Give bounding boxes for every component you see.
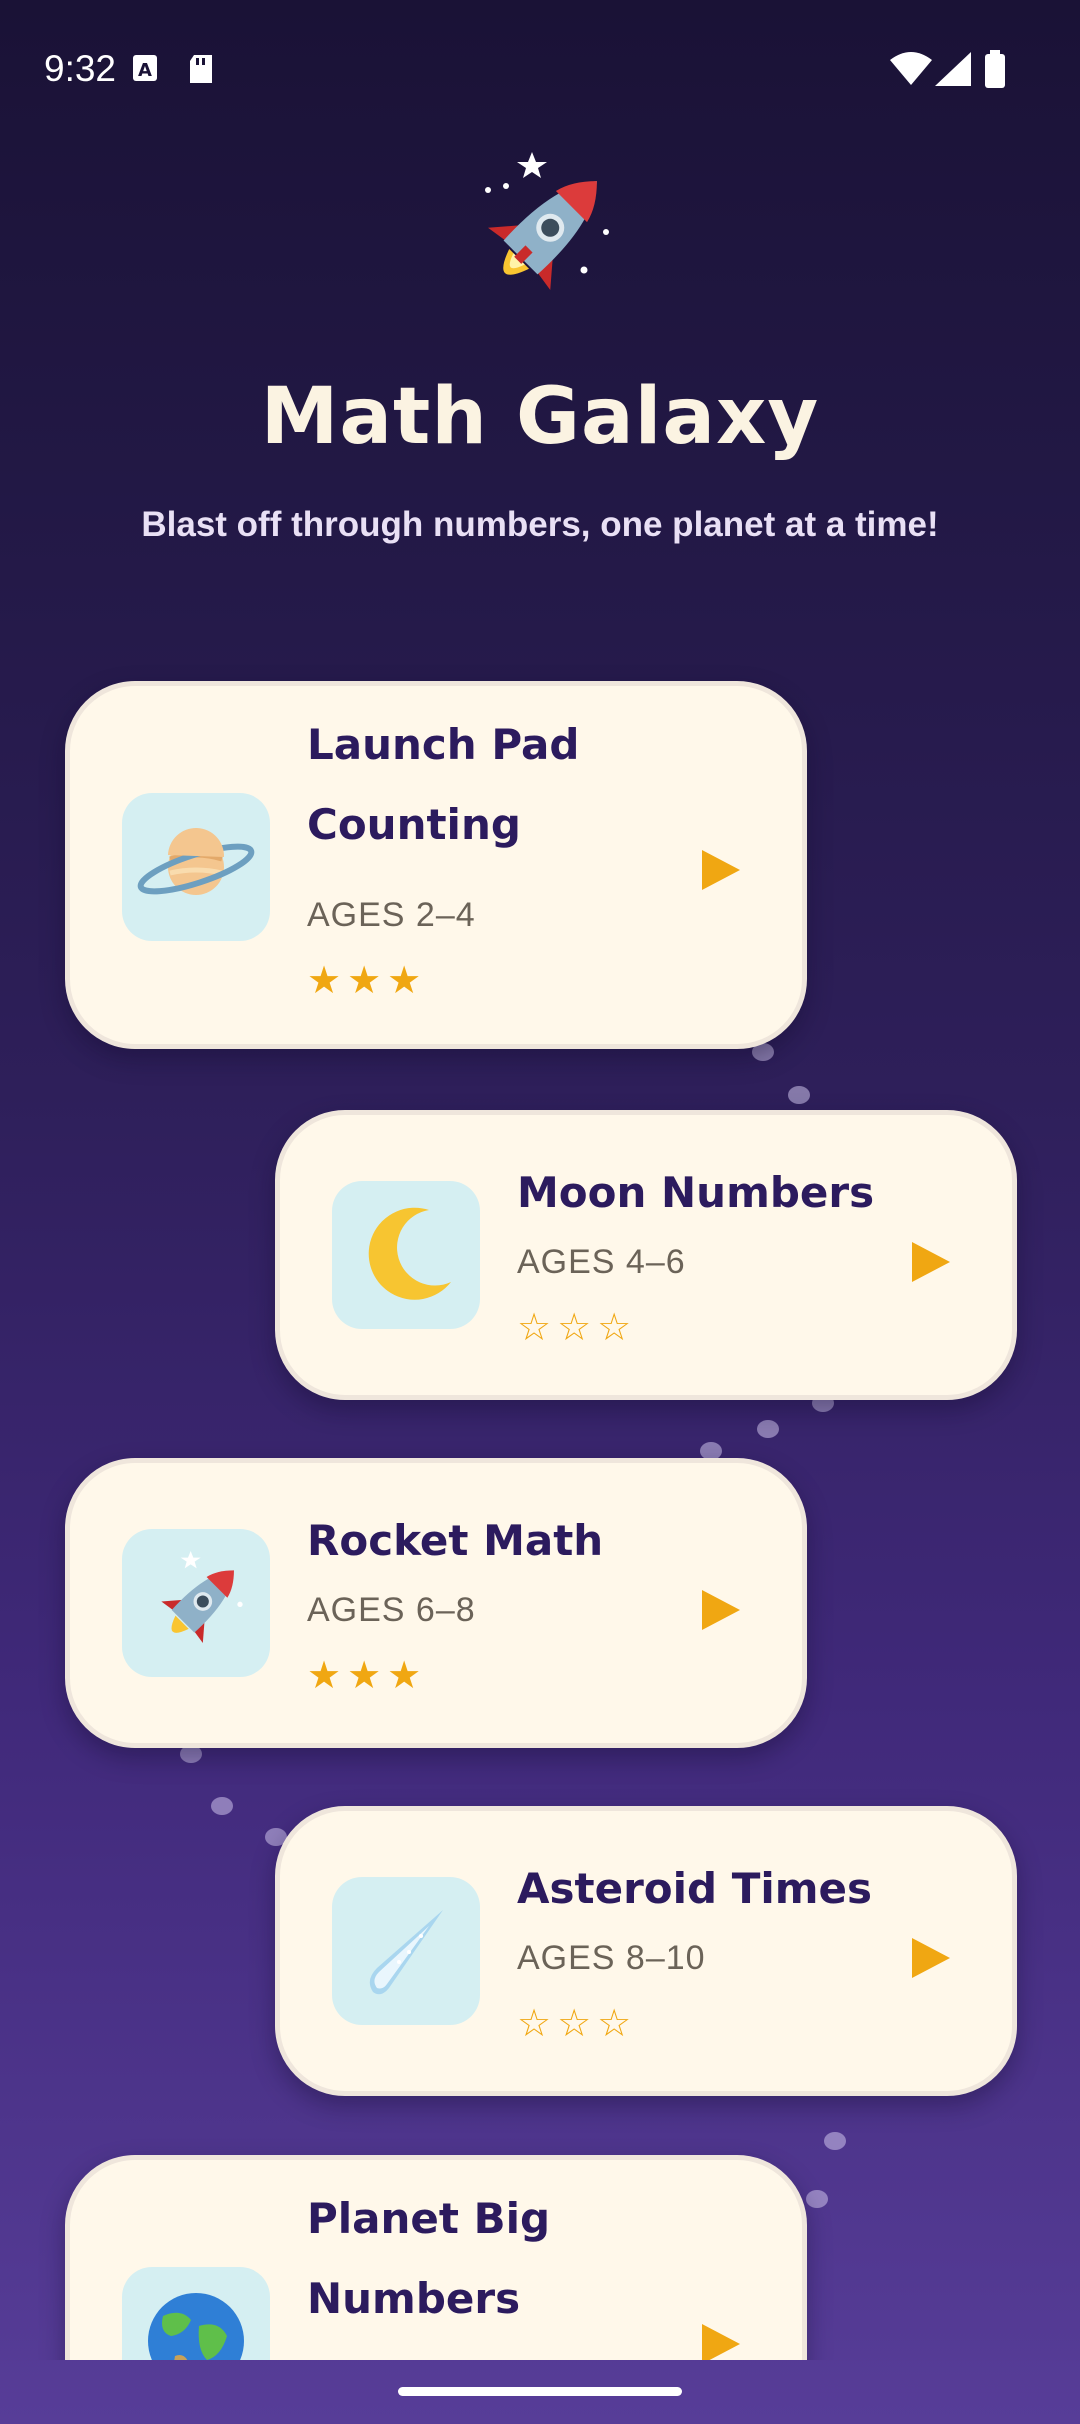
status-time: 9:32 <box>44 48 117 89</box>
play-icon[interactable] <box>702 2324 740 2360</box>
play-icon[interactable] <box>912 1938 950 1978</box>
hero-rocket-icon <box>450 140 630 320</box>
status-bar: 9:32 A <box>0 0 1080 140</box>
play-icon[interactable] <box>702 850 740 890</box>
sd-card-icon <box>188 54 214 88</box>
level-ages: AGES 8–10 <box>517 1939 706 1977</box>
app-subtitle: Blast off through numbers, one planet at… <box>141 505 939 544</box>
svg-text:A: A <box>138 60 152 81</box>
path-dot <box>211 1797 233 1815</box>
level-title-line1: Moon Numbers <box>517 1168 875 1217</box>
wifi-icon <box>890 52 932 90</box>
level-stars: ★★★ <box>307 1653 428 1697</box>
level-list[interactable]: Launch Pad Counting AGES 2–4 ★★★ Moon Nu… <box>0 660 1080 2360</box>
play-icon[interactable] <box>702 1590 740 1630</box>
level-title-line2: Counting <box>307 800 521 849</box>
path-dot <box>824 2132 846 2150</box>
level-stars: ★★★ <box>307 958 428 1002</box>
app-title: Math Galaxy <box>260 372 820 462</box>
keyboard-a-icon: A <box>132 54 158 86</box>
level-card-planet-big-numbers[interactable]: Planet Big Numbers <box>65 2155 807 2360</box>
level-ages: AGES 6–8 <box>307 1591 476 1629</box>
play-icon[interactable] <box>912 1242 950 1282</box>
level-ages: AGES 4–6 <box>517 1243 686 1281</box>
home-indicator[interactable] <box>398 2387 682 2396</box>
level-card-rocket-math[interactable]: Rocket Math AGES 6–8 ★★★ <box>65 1458 807 1748</box>
cell-signal-icon <box>935 52 971 90</box>
battery-icon <box>984 50 1006 92</box>
level-stars: ☆☆☆ <box>517 1305 638 1349</box>
level-stars: ☆☆☆ <box>517 2001 638 2045</box>
level-title-line1: Asteroid Times <box>517 1864 873 1913</box>
path-dot <box>788 1086 810 1104</box>
level-card-asteroid-times[interactable]: Asteroid Times AGES 8–10 ☆☆☆ <box>275 1806 1017 2096</box>
level-title-line1: Launch Pad <box>307 720 580 769</box>
level-title-line1: Rocket Math <box>307 1516 604 1565</box>
crescent-moon-icon <box>332 1181 480 1329</box>
globe-icon <box>122 2267 270 2360</box>
path-dot <box>757 1420 779 1438</box>
level-ages: AGES 2–4 <box>307 896 476 934</box>
level-title-line2: Numbers <box>307 2274 521 2323</box>
path-dot <box>806 2190 828 2208</box>
level-title-line1: Planet Big <box>307 2194 551 2243</box>
level-card-launch-pad-counting[interactable]: Launch Pad Counting AGES 2–4 ★★★ <box>65 681 807 1049</box>
ringed-planet-icon <box>122 793 270 941</box>
rocket-icon <box>122 1529 270 1677</box>
level-card-moon-numbers[interactable]: Moon Numbers AGES 4–6 ☆☆☆ <box>275 1110 1017 1400</box>
comet-icon <box>332 1877 480 2025</box>
